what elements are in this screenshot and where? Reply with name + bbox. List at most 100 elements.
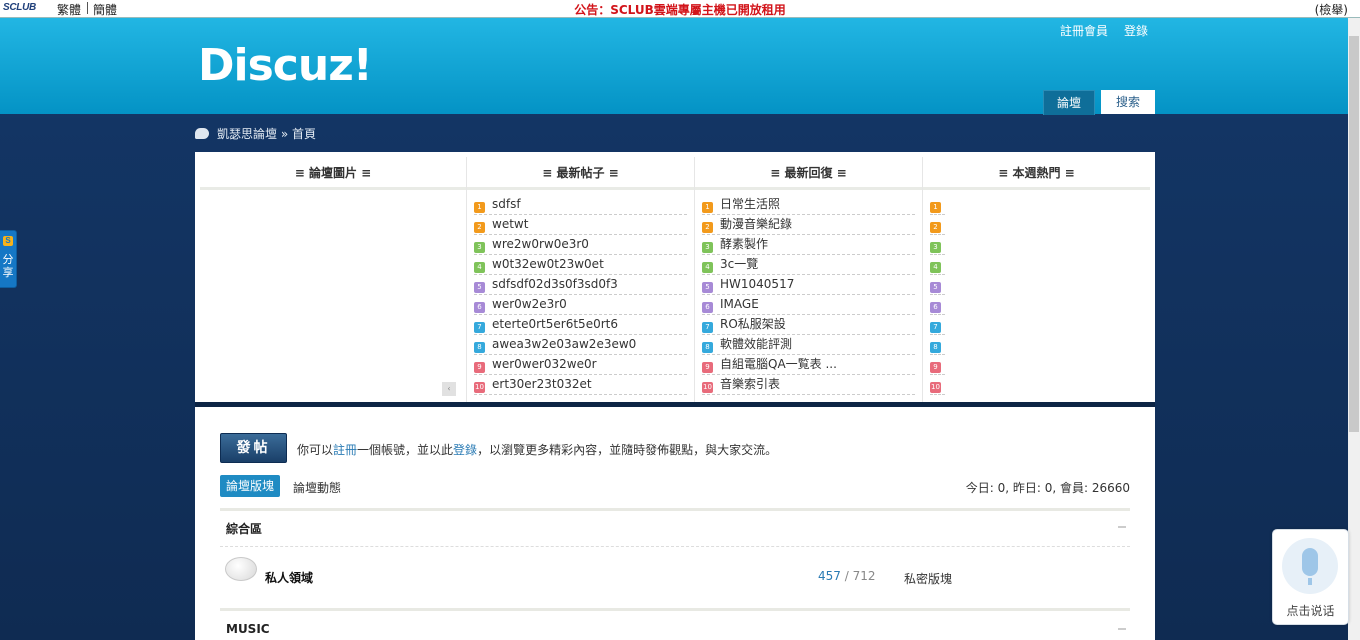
register-link[interactable]: 註冊會員 — [1060, 22, 1108, 39]
list-item[interactable]: 5 sdfsdf02d3s0f3sd0f3 — [474, 275, 687, 295]
rank-badge-icon: 1 — [702, 202, 713, 213]
tab-forum-activity[interactable]: 論壇動態 — [293, 479, 341, 496]
list-item[interactable]: 4 w0t32ew0t23w0et — [474, 255, 687, 275]
list-item[interactable]: 6 IMAGE — [702, 295, 915, 315]
report-link[interactable]: (檢舉) — [1315, 1, 1348, 18]
site-header: Discuz! 註冊會員 登錄 論壇 搜索 — [0, 18, 1348, 115]
rank-badge-icon: 10 — [474, 382, 485, 393]
column-title: ≡ 本週熱門 ≡ — [923, 157, 1150, 190]
list-item[interactable]: 7 eterte0rt5er6t5e0rt6 — [474, 315, 687, 335]
category-title[interactable]: MUSIC — [226, 622, 270, 636]
list-item[interactable]: 9 自組電腦QA一覧表 ... — [702, 355, 915, 375]
forum-speech-icon — [225, 557, 257, 581]
forum-last-post: 私密版塊 — [904, 572, 953, 586]
breadcrumb-separator: » — [280, 127, 289, 141]
image-pager-button[interactable]: ‹ — [442, 382, 456, 396]
forum-name-link[interactable]: 私人領域 — [265, 569, 313, 586]
list-item-label: HW1040517 — [720, 277, 795, 291]
list-item-label: wer0w2e3r0 — [492, 297, 567, 311]
rank-badge-icon: 10 — [702, 382, 713, 393]
announcement-link[interactable]: 公告：SCLUB雲端專屬主機已開放租用 — [0, 1, 1360, 18]
list-item-label: 音樂索引表 — [720, 377, 781, 391]
column-title: ≡ 論壇圖片 ≡ — [200, 157, 466, 190]
list-item[interactable]: 3 wre2w0rw0e3r0 — [474, 235, 687, 255]
breadcrumb-site-link[interactable]: 凱瑟思論壇 — [217, 127, 277, 141]
collapse-icon[interactable] — [1118, 526, 1126, 528]
list-item[interactable]: 10 ert30er23t032et — [474, 375, 687, 395]
list-item[interactable]: 4 — [930, 255, 945, 275]
list-item-label: ert30er23t032et — [492, 377, 592, 391]
list-item[interactable]: 2 wetwt — [474, 215, 687, 235]
count-separator: / — [840, 569, 853, 583]
share-label: 分享 — [2, 253, 14, 279]
share-widget[interactable]: S 分享 — [0, 230, 17, 288]
tab-forum-boards[interactable]: 論壇版塊 — [220, 475, 281, 497]
rank-badge-icon: 7 — [930, 322, 941, 333]
rank-badge-icon: 5 — [702, 282, 713, 293]
nav-tab-forum[interactable]: 論壇 — [1043, 90, 1096, 115]
rank-badge-icon: 3 — [702, 242, 713, 253]
list-item[interactable]: 5 — [930, 275, 945, 295]
rank-badge-icon: 3 — [930, 242, 941, 253]
row-divider — [220, 546, 1130, 547]
rank-badge-icon: 8 — [702, 342, 713, 353]
list-item-label: 軟體效能評測 — [720, 337, 793, 351]
scrollbar-thumb[interactable] — [1349, 36, 1359, 432]
list-item[interactable]: 2 動漫音樂紀錄 — [702, 215, 915, 235]
rank-badge-icon: 6 — [474, 302, 485, 313]
list-item[interactable]: 9 wer0wer032we0r — [474, 355, 687, 375]
rank-badge-icon: 4 — [930, 262, 941, 273]
list-item[interactable]: 8 awea3w2e03aw2e3ew0 — [474, 335, 687, 355]
list-item[interactable]: 7 — [930, 315, 945, 335]
list-item[interactable]: 4 3c一覽 — [702, 255, 915, 275]
list-item[interactable]: 5 HW1040517 — [702, 275, 915, 295]
list-item[interactable]: 10 音樂索引表 — [702, 375, 915, 395]
weekly-hot-list: 1 2 3 4 5 6 7 8 9 10 — [923, 195, 1150, 395]
category-header: 綜合區 — [220, 508, 1130, 536]
microphone-stand-icon — [1308, 578, 1312, 585]
category-title[interactable]: 綜合區 — [226, 520, 262, 537]
notice-text: 你可以 — [297, 443, 334, 457]
list-item[interactable]: 10 — [930, 375, 945, 395]
list-item[interactable]: 8 — [930, 335, 945, 355]
column-title: ≡ 最新帖子 ≡ — [467, 157, 694, 190]
list-item[interactable]: 2 — [930, 215, 945, 235]
notice-login-link[interactable]: 登錄 — [453, 443, 477, 457]
list-item[interactable]: 3 酵素製作 — [702, 235, 915, 255]
site-logo[interactable]: Discuz! — [198, 40, 373, 91]
post-count: 712 — [852, 569, 876, 583]
category-header: MUSIC — [220, 608, 1130, 636]
list-item-label: 日常生活照 — [720, 197, 781, 211]
list-item[interactable]: 7 RO私服架設 — [702, 315, 915, 335]
notice-text: ，以瀏覽更多精彩內容，並隨時發佈觀點，與大家交流。 — [477, 443, 778, 457]
rank-badge-icon: 3 — [474, 242, 485, 253]
rank-badge-icon: 6 — [930, 302, 941, 313]
thread-count: 457 — [818, 569, 841, 583]
list-item[interactable]: 6 — [930, 295, 945, 315]
page-scrollbar[interactable] — [1348, 18, 1360, 640]
rank-badge-icon: 2 — [474, 222, 485, 233]
list-item[interactable]: 3 — [930, 235, 945, 255]
voice-input-widget[interactable]: 点击说话 — [1272, 529, 1349, 625]
list-item-label: 3c一覽 — [720, 257, 759, 271]
column-weekly-hot: ≡ 本週熱門 ≡ 1 2 3 4 5 6 7 8 9 10 — [923, 157, 1150, 402]
list-item[interactable]: 1 日常生活照 — [702, 195, 915, 215]
top-strip: SCLUB 繁體 簡體 公告：SCLUB雲端專屬主機已開放租用 (檢舉) — [0, 0, 1360, 18]
list-item-label: RO私服架設 — [720, 317, 786, 331]
nav-tab-search[interactable]: 搜索 — [1101, 90, 1155, 114]
list-item[interactable]: 6 wer0w2e3r0 — [474, 295, 687, 315]
list-item-label: IMAGE — [720, 297, 759, 311]
login-link[interactable]: 登錄 — [1124, 22, 1148, 39]
collapse-icon[interactable] — [1118, 628, 1126, 630]
list-item-label: sdfsdf02d3s0f3sd0f3 — [492, 277, 618, 291]
list-item[interactable]: 9 — [930, 355, 945, 375]
rank-badge-icon: 1 — [474, 202, 485, 213]
notice-register-link[interactable]: 註冊 — [333, 443, 357, 457]
rank-badge-icon: 2 — [702, 222, 713, 233]
new-thread-button[interactable]: 發帖 — [220, 433, 287, 463]
list-item[interactable]: 1 — [930, 195, 945, 215]
list-item[interactable]: 8 軟體效能評測 — [702, 335, 915, 355]
latest-posts-list: 1 sdfsf 2 wetwt 3 wre2w0rw0e3r0 4 w0t32ew0t23w0… — [467, 195, 694, 395]
list-item[interactable]: 1 sdfsf — [474, 195, 687, 215]
rank-badge-icon: 4 — [474, 262, 485, 273]
